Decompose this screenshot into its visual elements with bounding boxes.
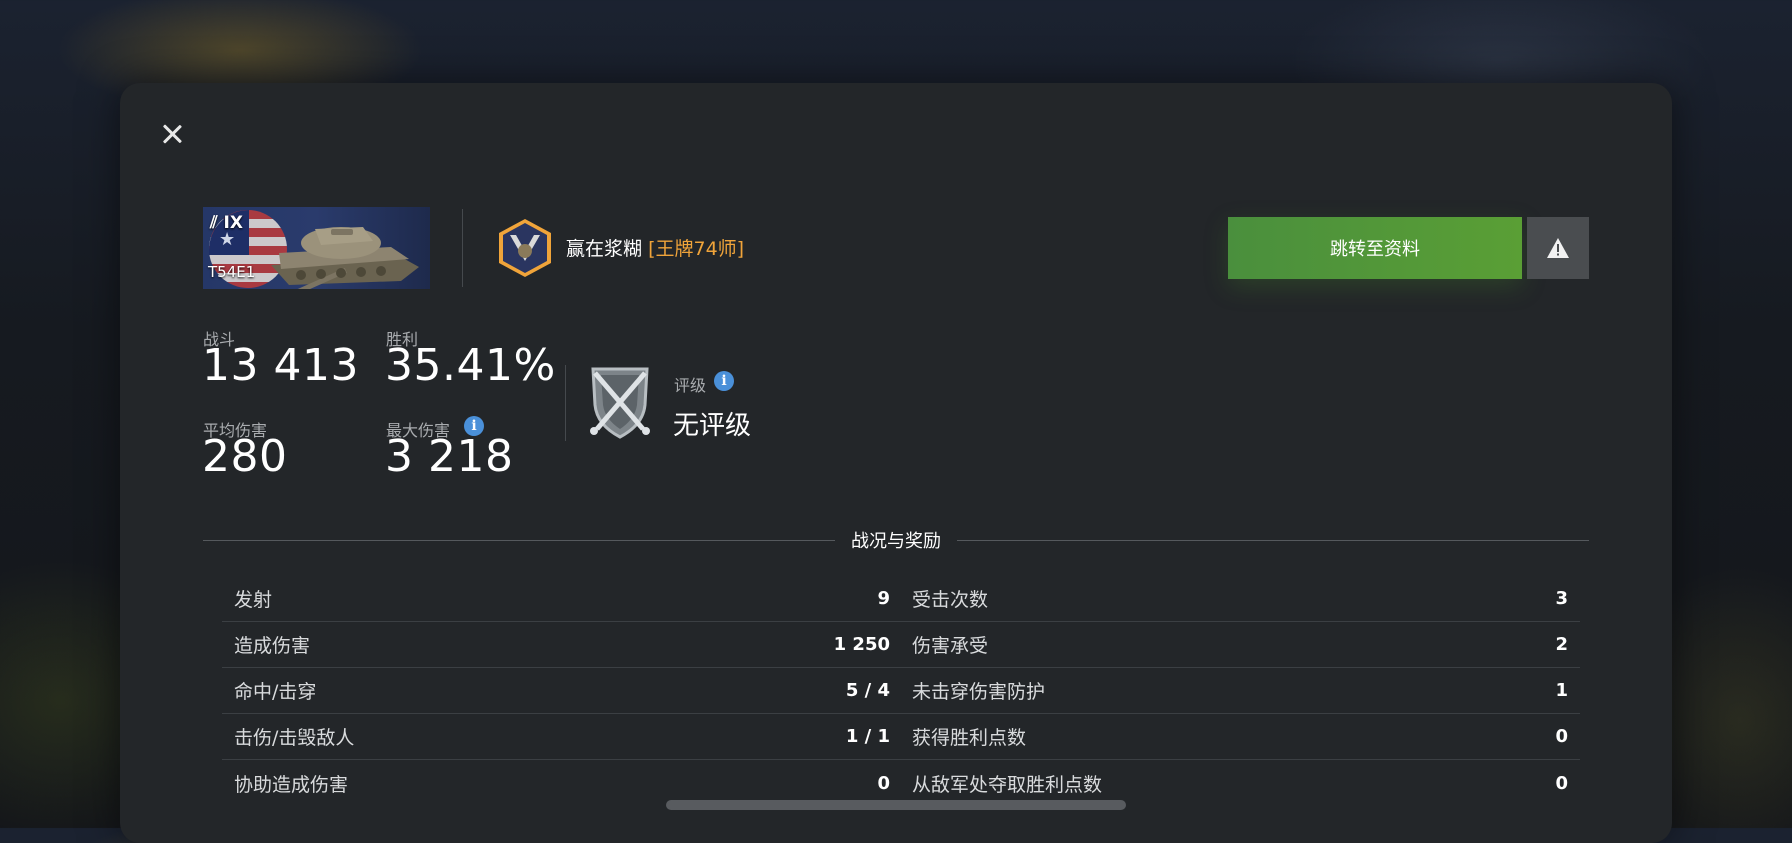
battle-stats-left: 发射 9 造成伤害 1 250 命中/击穿 5 / 4 击伤/击毁敌人 1 / 1 协助… [222, 576, 902, 806]
report-button[interactable] [1527, 217, 1589, 279]
wins-value: 35.41% [385, 340, 556, 391]
stats-divider [565, 365, 566, 441]
clan-tag: [王牌74师] [648, 238, 745, 260]
player-name[interactable]: 赢在浆糊 [王牌74师] [566, 234, 744, 261]
rating-label: 评级 [674, 376, 707, 395]
rating-value: 无评级 [673, 411, 752, 441]
table-row: 发射 9 [222, 576, 902, 622]
tier-icon: ⫽ [210, 213, 224, 233]
max-damage-value: 3 218 [385, 431, 514, 482]
battles-value: 13 413 [202, 340, 359, 391]
section-title: 战况与奖励 [851, 531, 941, 552]
battle-stats-right: 受击次数 3 伤害承受 2 未击穿伤害防护 1 获得胜利点数 0 从敌军处夺取胜利点数 0 [900, 576, 1580, 806]
table-row: 未击穿伤害防护 1 [900, 668, 1580, 714]
rating-emblem-icon [590, 367, 650, 439]
player-nickname: 赢在浆糊 [566, 238, 643, 260]
clan-emblem-icon[interactable] [496, 217, 554, 279]
close-icon[interactable] [158, 120, 186, 148]
table-row: 命中/击穿 5 / 4 [222, 668, 902, 714]
header-divider [462, 209, 463, 287]
tank-tier: ⫽ IX [210, 213, 243, 233]
home-indicator[interactable] [666, 800, 1126, 810]
table-row: 受击次数 3 [900, 576, 1580, 622]
avg-damage-value: 280 [202, 431, 288, 482]
warning-icon [1547, 238, 1569, 258]
tank-name: T54E1 [208, 263, 256, 281]
table-row: 获得胜利点数 0 [900, 714, 1580, 760]
table-row: 伤害承受 2 [900, 622, 1580, 668]
tank-icon [271, 227, 419, 289]
table-row: 造成伤害 1 250 [222, 622, 902, 668]
info-icon[interactable]: i [714, 371, 734, 391]
table-row: 击伤/击毁敌人 1 / 1 [222, 714, 902, 760]
tank-card: ★ ⫽ IX T54E1 [203, 207, 430, 289]
section-header: 战况与奖励 [203, 526, 1589, 554]
goto-profile-button[interactable]: 跳转至资料 [1228, 217, 1522, 279]
